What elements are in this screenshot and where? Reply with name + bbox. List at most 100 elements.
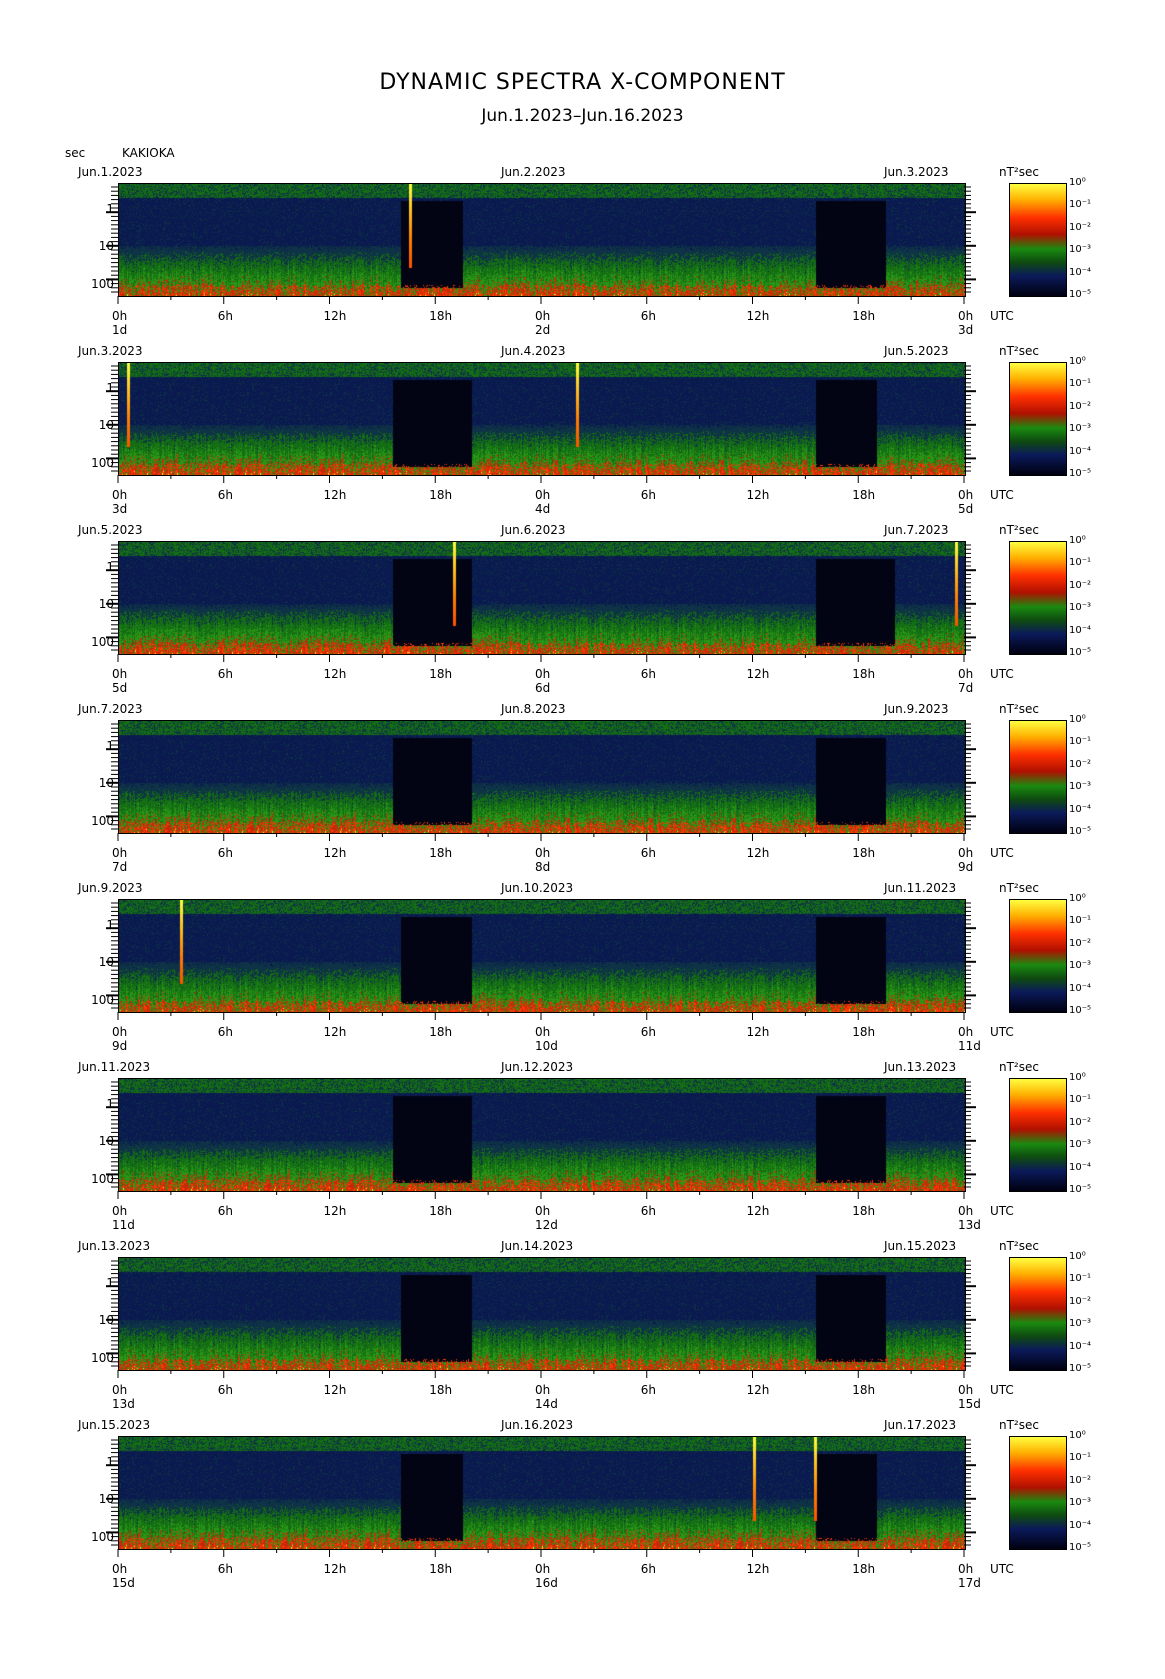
- panel-end-date: Jun.3.2023: [884, 165, 949, 179]
- period-tick-label: 1: [106, 917, 114, 932]
- period-tick-label: 100: [91, 1350, 114, 1365]
- panel-mid-date: Jun.6.2023: [501, 523, 566, 537]
- time-tick-label: 12h: [323, 1025, 347, 1039]
- time-tick-label: 0h: [535, 1562, 551, 1576]
- colorbar-tick-label: 10⁻⁴: [1069, 982, 1092, 994]
- colorbar-tick-label: 10⁻²: [1069, 400, 1092, 412]
- period-tick-label: 10: [98, 1491, 114, 1506]
- time-tick-label: 6h: [217, 1025, 233, 1039]
- time-tick-label: 12h: [746, 846, 770, 860]
- period-tick-label: 1: [106, 1275, 114, 1290]
- period-tick-label: 100: [91, 1529, 114, 1544]
- period-tick-label: 1: [106, 738, 114, 753]
- time-tick-label: 6h: [640, 667, 656, 681]
- y-unit-label: sec: [65, 146, 86, 160]
- colorbar-tick-label: 10⁰: [1069, 356, 1086, 367]
- period-tick-label: 1: [106, 1454, 114, 1469]
- panel-end-date: Jun.17.2023: [884, 1418, 957, 1432]
- day-label: 15d: [112, 1576, 135, 1590]
- colorbar-tick-label: 10⁰: [1069, 1072, 1086, 1083]
- spectrogram-canvas: [119, 1258, 965, 1370]
- day-label: 16d: [535, 1576, 558, 1590]
- time-tick-label: 12h: [746, 1383, 770, 1397]
- colorbar-tick-label: 10⁻⁵: [1069, 1542, 1092, 1553]
- time-tick-label: 12h: [746, 1562, 770, 1576]
- period-tick-label: 100: [91, 813, 114, 828]
- colorbar-tick-label: 10⁰: [1069, 714, 1086, 725]
- colorbar-tick-label: 10⁻³: [1069, 1139, 1092, 1151]
- period-tick-label: 100: [91, 1171, 114, 1186]
- colorbar-tick-label: 10⁰: [1069, 177, 1086, 188]
- period-tick-label: 10: [98, 954, 114, 969]
- time-tick-label: 12h: [323, 1383, 347, 1397]
- time-tick-label: 18h: [852, 846, 876, 860]
- day-label: 10d: [535, 1039, 558, 1053]
- time-tick-label: 12h: [323, 309, 347, 323]
- day-label: 13d: [112, 1397, 135, 1411]
- period-tick-label: 10: [98, 775, 114, 790]
- colorbar-tick-label: 10⁻²: [1069, 1474, 1092, 1486]
- panel-end-date: Jun.11.2023: [884, 881, 957, 895]
- spectrogram-plot: [118, 720, 966, 834]
- time-tick-label: 6h: [217, 488, 233, 502]
- spectrogram-plot: [118, 362, 966, 476]
- spectrogram-canvas: [119, 363, 965, 475]
- panel-mid-date: Jun.10.2023: [501, 881, 574, 895]
- colorbar-tick-label: 10⁻⁴: [1069, 1519, 1092, 1531]
- colorbar-unit-label: nT²sec: [999, 165, 1039, 179]
- colorbar-tick-label: 10⁻⁵: [1069, 1184, 1092, 1195]
- time-tick-label: 0h: [112, 1383, 128, 1397]
- time-tick-label: 0h: [958, 1383, 974, 1397]
- spectrogram-canvas: [119, 1079, 965, 1191]
- day-label: 4d: [535, 502, 551, 516]
- colorbar-tick-label: 10⁻¹: [1069, 915, 1092, 927]
- day-label: 7d: [958, 681, 974, 695]
- period-tick-label: 1: [106, 559, 114, 574]
- period-tick-label: 10: [98, 1133, 114, 1148]
- period-tick-label: 100: [91, 455, 114, 470]
- utc-label: UTC: [990, 488, 1014, 502]
- day-label: 13d: [958, 1218, 981, 1232]
- colorbar-unit-label: nT²sec: [999, 523, 1039, 537]
- panel-start-date: Jun.3.2023: [78, 344, 143, 358]
- colorbar-tick-label: 10⁻⁴: [1069, 266, 1092, 278]
- colorbar-tick-label: 10⁻³: [1069, 602, 1092, 614]
- period-tick-label: 100: [91, 634, 114, 649]
- time-tick-label: 12h: [323, 846, 347, 860]
- day-label: 8d: [535, 860, 551, 874]
- colorbar-tick-label: 10⁻¹: [1069, 1452, 1092, 1464]
- time-tick-label: 12h: [323, 1204, 347, 1218]
- panel-mid-date: Jun.14.2023: [501, 1239, 574, 1253]
- period-tick-label: 1: [106, 201, 114, 216]
- period-tick-label: 100: [91, 276, 114, 291]
- day-label: 12d: [535, 1218, 558, 1232]
- time-tick-label: 0h: [112, 667, 128, 681]
- colorbar-tick-label: 10⁻¹: [1069, 1094, 1092, 1106]
- colorbar: [1009, 1436, 1067, 1550]
- colorbar-tick-label: 10⁻⁴: [1069, 803, 1092, 815]
- time-tick-label: 18h: [429, 309, 453, 323]
- time-tick-label: 0h: [535, 1025, 551, 1039]
- time-tick-label: 18h: [429, 488, 453, 502]
- day-label: 3d: [112, 502, 128, 516]
- period-tick-label: 1: [106, 380, 114, 395]
- colorbar-tick-label: 10⁻⁴: [1069, 1161, 1092, 1173]
- colorbar-tick-label: 10⁻²: [1069, 1295, 1092, 1307]
- colorbar-tick-label: 10⁻⁵: [1069, 1363, 1092, 1374]
- colorbar-unit-label: nT²sec: [999, 881, 1039, 895]
- utc-label: UTC: [990, 667, 1014, 681]
- colorbar-tick-label: 10⁻⁴: [1069, 1340, 1092, 1352]
- day-label: 11d: [112, 1218, 135, 1232]
- time-tick-label: 12h: [746, 667, 770, 681]
- time-tick-label: 6h: [640, 1025, 656, 1039]
- colorbar-tick-label: 10⁻¹: [1069, 199, 1092, 211]
- panel-mid-date: Jun.2.2023: [501, 165, 566, 179]
- spectrogram-canvas: [119, 900, 965, 1012]
- colorbar-tick-label: 10⁰: [1069, 1430, 1086, 1441]
- time-tick-label: 6h: [217, 1204, 233, 1218]
- utc-label: UTC: [990, 1383, 1014, 1397]
- time-tick-label: 18h: [429, 1383, 453, 1397]
- panel-end-date: Jun.7.2023: [884, 523, 949, 537]
- panel-end-date: Jun.15.2023: [884, 1239, 957, 1253]
- chart-subtitle: Jun.1.2023–Jun.16.2023: [481, 106, 684, 126]
